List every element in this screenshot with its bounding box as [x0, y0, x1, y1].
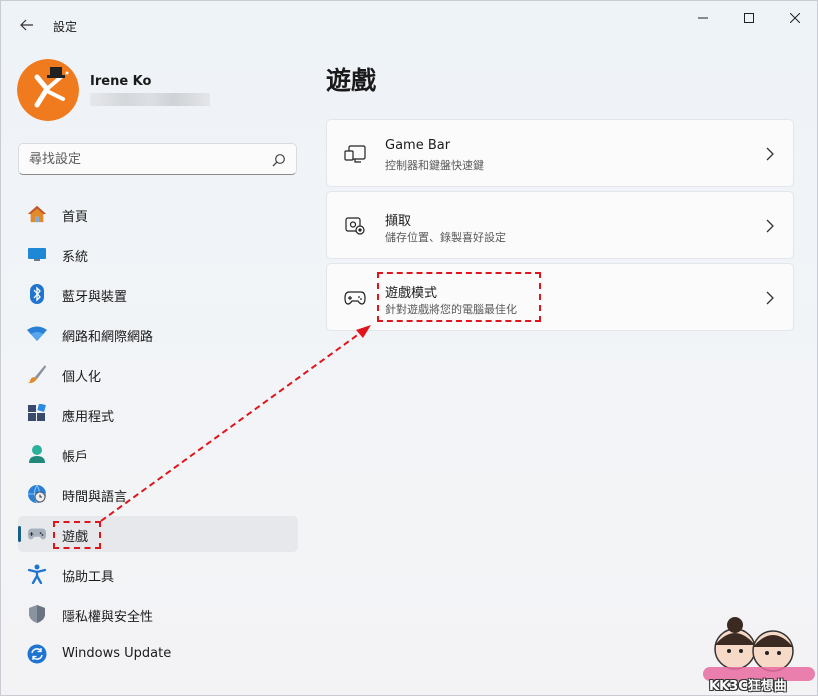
sidebar-item-accessibility[interactable]: 協助工具: [18, 556, 298, 592]
search-icon[interactable]: [272, 153, 286, 167]
sidebar-item-gaming[interactable]: 遊戲: [18, 516, 298, 552]
card-subtitle: 針對遊戲將您的電腦最佳化: [385, 303, 517, 316]
game-mode-icon: [344, 288, 366, 308]
user-email-redacted: [90, 93, 210, 106]
minimize-button[interactable]: [681, 3, 725, 33]
person-icon: [27, 444, 47, 464]
app-title: 設定: [53, 20, 78, 34]
user-name: Irene Ko: [90, 74, 152, 89]
maximize-button[interactable]: [727, 3, 771, 33]
search-box[interactable]: [18, 143, 297, 175]
game-bar-card[interactable]: Game Bar 控制器和鍵盤快速鍵: [326, 119, 794, 187]
shield-icon: [27, 604, 47, 624]
sidebar-item-apps[interactable]: 應用程式: [18, 396, 298, 432]
watermark-logo: KK3C狂想曲: [701, 611, 817, 695]
apps-icon: [27, 404, 47, 424]
sidebar-item-bluetooth[interactable]: 藍牙與裝置: [18, 276, 298, 312]
sidebar-item-personalization[interactable]: 個人化: [18, 356, 298, 392]
close-icon: [790, 13, 800, 23]
back-button[interactable]: [13, 11, 41, 39]
card-title: 擷取: [385, 214, 412, 229]
globe-clock-icon: [27, 484, 47, 504]
sidebar-item-home[interactable]: 首頁: [18, 196, 298, 232]
sidebar-item-time-language[interactable]: 時間與語言: [18, 476, 298, 512]
accessibility-icon: [27, 564, 47, 584]
bluetooth-icon: [27, 284, 47, 304]
maximize-icon: [744, 13, 754, 23]
close-button[interactable]: [773, 3, 817, 33]
sidebar-item-system[interactable]: 系統: [18, 236, 298, 272]
sidebar-item-accounts[interactable]: 帳戶: [18, 436, 298, 472]
monitor-icon: [27, 244, 47, 264]
card-title: 遊戲模式: [385, 286, 438, 301]
chevron-right-icon: [766, 219, 774, 233]
watermark-text: KK3C狂想曲: [709, 679, 787, 694]
minimize-icon: [698, 17, 708, 19]
sidebar-item-privacy[interactable]: 隱私權與安全性: [18, 596, 298, 632]
sidebar-item-windows-update[interactable]: Windows Update: [18, 636, 298, 672]
chevron-right-icon: [766, 147, 774, 161]
back-arrow-icon: [20, 19, 33, 31]
sidebar-nav: 首頁 系統 藍牙與裝置 網路和網際網路 個人化 應用程式 帳戶 時間與語言 遊戲…: [18, 196, 298, 676]
chevron-right-icon: [766, 291, 774, 305]
card-subtitle: 儲存位置、錄製喜好設定: [385, 231, 506, 244]
brush-icon: [27, 364, 47, 384]
game-mode-card[interactable]: 遊戲模式 針對遊戲將您的電腦最佳化: [326, 263, 794, 331]
game-bar-icon: [344, 144, 366, 164]
home-icon: [27, 204, 47, 224]
card-subtitle: 控制器和鍵盤快速鍵: [385, 159, 484, 172]
search-input[interactable]: [29, 150, 259, 169]
capture-card[interactable]: 擷取 儲存位置、錄製喜好設定: [326, 191, 794, 259]
title-bar: 設定: [1, 1, 817, 49]
page-title: 遊戲: [326, 66, 377, 95]
card-title: Game Bar: [385, 138, 451, 153]
avatar[interactable]: [17, 59, 79, 121]
update-icon: [27, 644, 47, 664]
gamepad-icon: [27, 524, 47, 544]
wifi-icon: [27, 324, 47, 344]
capture-icon: [344, 216, 366, 236]
sidebar-item-network[interactable]: 網路和網際網路: [18, 316, 298, 352]
